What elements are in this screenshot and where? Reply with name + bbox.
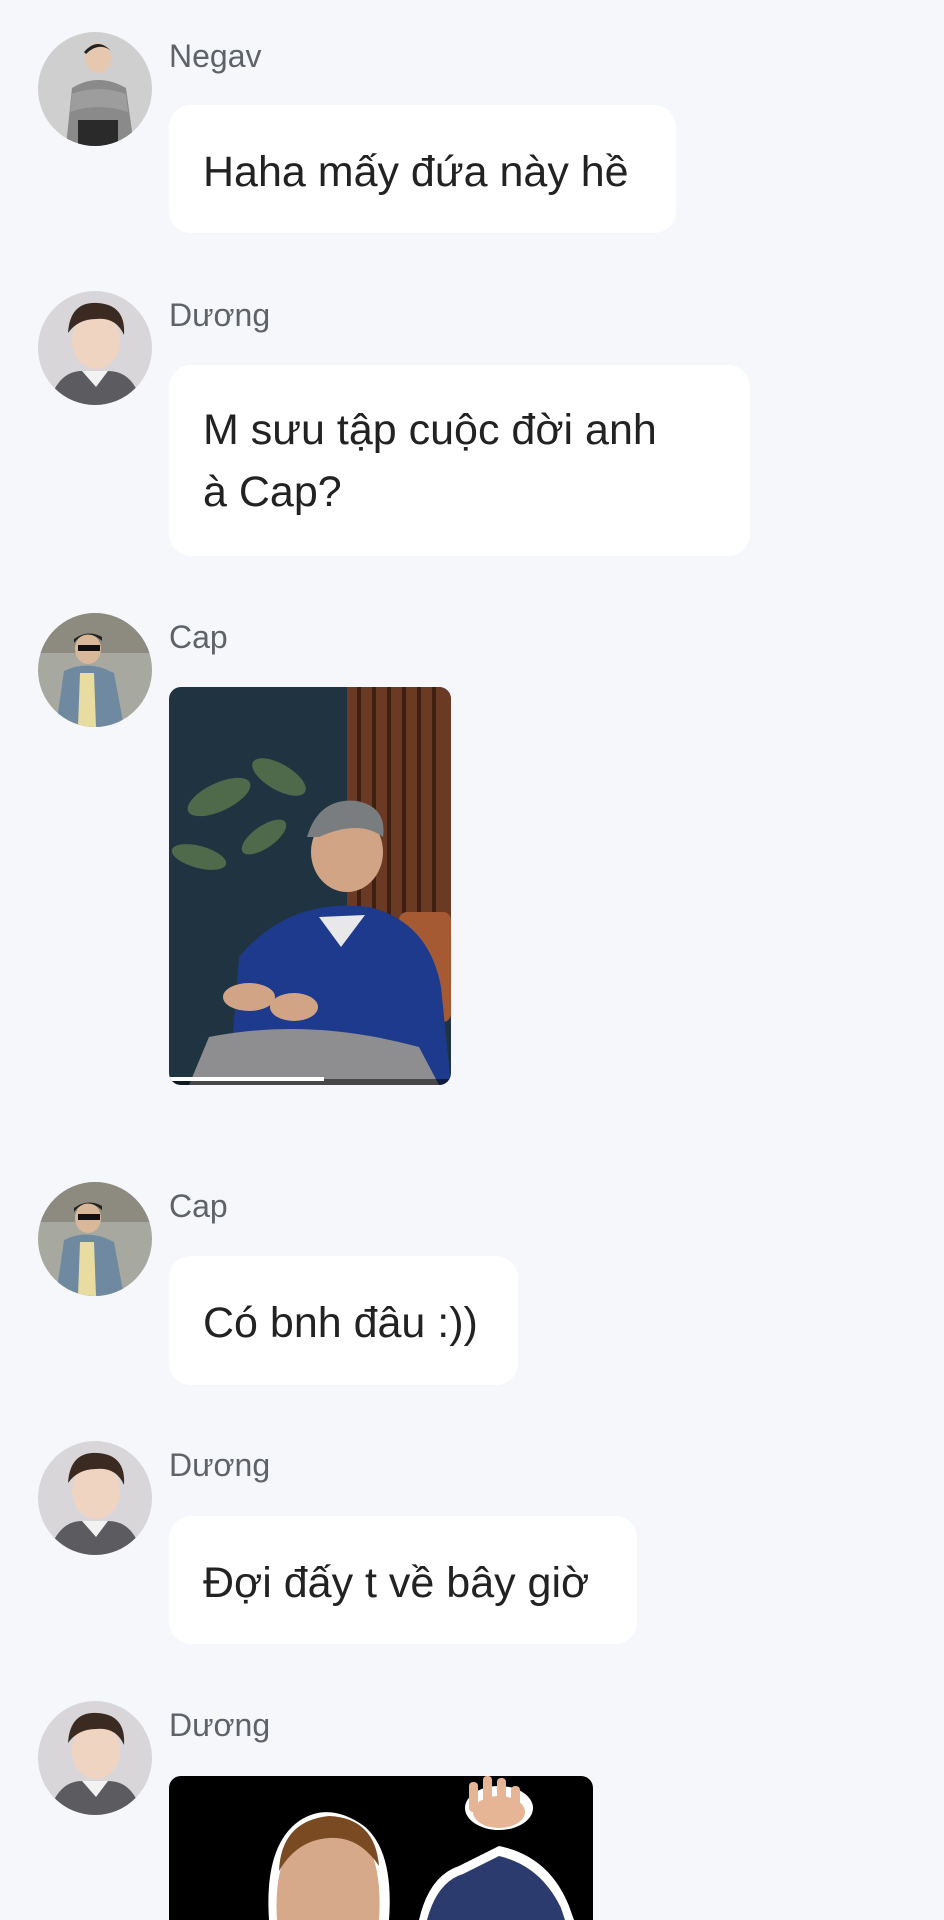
image-attachment[interactable] xyxy=(169,1776,593,1920)
message-bubble[interactable]: Haha mấy đứa này hề xyxy=(169,105,676,233)
user-photo-icon xyxy=(38,1182,152,1296)
sender-name: Dương xyxy=(169,1447,271,1483)
sender-name: Cap xyxy=(169,1188,228,1224)
video-thumbnail-icon xyxy=(169,687,451,1085)
chat-thread: Negav Haha mấy đứa này hề Dương M sưu tậ… xyxy=(0,0,944,1920)
avatar[interactable] xyxy=(38,1441,152,1555)
user-photo-icon xyxy=(38,1441,152,1555)
sender-name: Dương xyxy=(169,297,271,333)
user-photo-icon xyxy=(38,1701,152,1815)
video-progress-bar xyxy=(169,1077,324,1081)
user-photo-icon xyxy=(38,32,152,146)
avatar[interactable] xyxy=(38,1182,152,1296)
avatar[interactable] xyxy=(38,291,152,405)
message-bubble[interactable]: Đợi đấy t về bây giờ xyxy=(169,1516,637,1644)
message-text: Có bnh đâu :)) xyxy=(203,1299,478,1347)
message-text: Haha mấy đứa này hề xyxy=(203,148,629,196)
video-attachment[interactable] xyxy=(169,687,451,1085)
message-text-line: à Cap? xyxy=(203,468,342,516)
message-bubble[interactable]: Có bnh đâu :)) xyxy=(169,1256,518,1385)
sender-name: Dương xyxy=(169,1707,271,1743)
sender-name: Cap xyxy=(169,619,228,655)
sticker-image-icon xyxy=(169,1776,593,1920)
user-photo-icon xyxy=(38,613,152,727)
message-text: Đợi đấy t về bây giờ xyxy=(203,1559,590,1607)
avatar[interactable] xyxy=(38,32,152,146)
message-bubble[interactable]: M sưu tập cuộc đời anh à Cap? xyxy=(169,365,750,556)
avatar[interactable] xyxy=(38,1701,152,1815)
sender-name: Negav xyxy=(169,38,262,74)
avatar[interactable] xyxy=(38,613,152,727)
message-text-line: M sưu tập cuộc đời anh xyxy=(203,406,657,454)
user-photo-icon xyxy=(38,291,152,405)
